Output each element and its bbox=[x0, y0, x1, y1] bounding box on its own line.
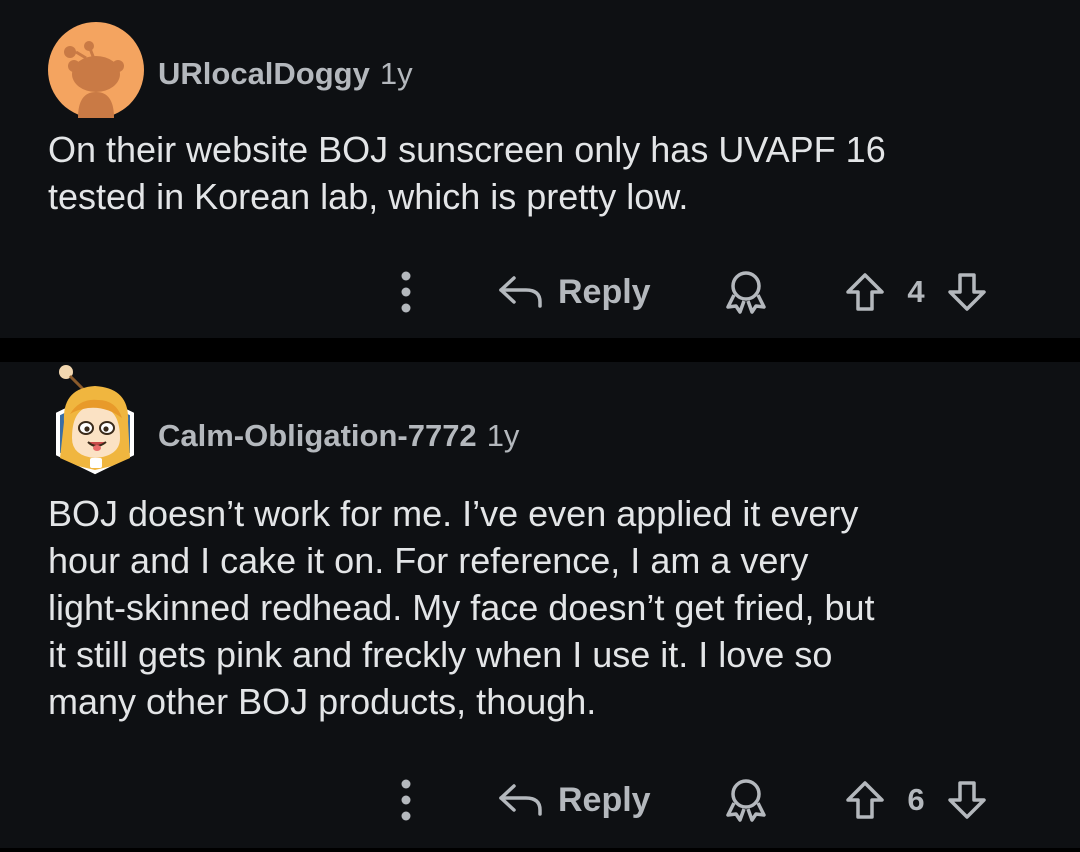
downvote-arrow-icon bbox=[948, 273, 986, 311]
comment-line: On their website BOJ sunscreen only has … bbox=[48, 129, 886, 170]
comment-actions: Reply 4 bbox=[380, 262, 1020, 322]
comment-separator bbox=[0, 338, 1080, 362]
downvote-arrow-icon bbox=[948, 781, 986, 819]
reply-button[interactable]: Reply bbox=[496, 770, 676, 830]
comment-actions: Reply 6 bbox=[380, 770, 1020, 830]
reply-button[interactable]: Reply bbox=[496, 262, 676, 322]
upvote-button[interactable] bbox=[842, 770, 888, 830]
more-options-button[interactable] bbox=[386, 262, 426, 322]
upvote-arrow-icon bbox=[846, 781, 884, 819]
username[interactable]: Calm-Obligation-7772 bbox=[158, 418, 477, 453]
reply-label: Reply bbox=[558, 780, 651, 819]
comment-meta: URlocalDoggy 1y bbox=[158, 56, 413, 92]
username[interactable]: URlocalDoggy bbox=[158, 56, 370, 91]
reply-arrow-icon bbox=[499, 784, 542, 816]
vote-score: 4 bbox=[907, 274, 925, 309]
upvote-button[interactable] bbox=[842, 262, 888, 322]
comment-card: Calm-Obligation-7772 1y BOJ doesn’t work … bbox=[0, 362, 1080, 848]
more-vertical-icon bbox=[401, 779, 411, 821]
comment-meta: Calm-Obligation-7772 1y bbox=[158, 418, 519, 454]
downvote-button[interactable] bbox=[944, 262, 990, 322]
award-icon bbox=[726, 271, 766, 314]
comment-line: it still gets pink and freckly when I us… bbox=[48, 634, 833, 675]
comment-age: 1y bbox=[486, 418, 520, 453]
award-button[interactable] bbox=[720, 262, 772, 322]
award-button[interactable] bbox=[720, 770, 772, 830]
snoo-avatar-icon bbox=[48, 22, 144, 118]
comment-body: On their website BOJ sunscreen only has … bbox=[48, 126, 1048, 220]
comment-body: BOJ doesn’t work for me. I’ve even appli… bbox=[48, 490, 1048, 725]
comment-line: tested in Korean lab, which is pretty lo… bbox=[48, 176, 689, 217]
reply-label: Reply bbox=[558, 272, 651, 311]
vote-score: 6 bbox=[907, 782, 925, 817]
comment-line: BOJ doesn’t work for me. I’ve even appli… bbox=[48, 493, 859, 534]
comment-line: hour and I cake it on. For reference, I … bbox=[48, 540, 809, 581]
reply-arrow-icon bbox=[499, 276, 542, 308]
comment-separator bbox=[0, 848, 1080, 852]
user-avatar[interactable] bbox=[50, 362, 140, 478]
downvote-button[interactable] bbox=[944, 770, 990, 830]
more-vertical-icon bbox=[401, 271, 411, 313]
award-icon bbox=[726, 779, 766, 822]
upvote-arrow-icon bbox=[846, 273, 884, 311]
user-avatar[interactable] bbox=[48, 22, 144, 118]
comment-line: light-skinned redhead. My face doesn’t g… bbox=[48, 587, 875, 628]
more-options-button[interactable] bbox=[386, 770, 426, 830]
comment-age: 1y bbox=[379, 56, 413, 91]
comment-card: URlocalDoggy 1y On their website BOJ suns… bbox=[0, 0, 1080, 338]
comment-line: many other BOJ products, though. bbox=[48, 681, 597, 722]
cartoon-avatar-icon bbox=[56, 365, 134, 475]
